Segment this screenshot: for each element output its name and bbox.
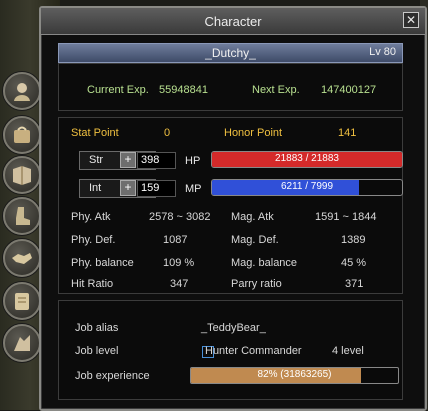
job-exp-bar-text: 82% (31863265) <box>257 369 332 380</box>
character-level: Lv 80 <box>369 46 396 58</box>
int-plus-button[interactable]: + <box>120 180 136 196</box>
attr-label: Hit Ratio <box>71 278 114 290</box>
guild-handshake-icon[interactable] <box>3 239 41 277</box>
attr-value: 1389 <box>341 234 366 246</box>
int-value: 159 <box>137 180 176 197</box>
job-alias-value: _TeddyBear_ <box>201 322 266 334</box>
attr-value: 45 % <box>341 257 367 269</box>
attr-value: 347 <box>170 278 189 290</box>
attr-label: Mag. Def. <box>231 234 279 246</box>
attr-value: 1087 <box>163 234 188 246</box>
attr-value: 109 % <box>163 257 195 269</box>
job-panel: Job alias _TeddyBear_ Job level Hunter C… <box>58 300 403 400</box>
character-window: Character ✕ _Dutchy_ Lv 80 Current Exp. … <box>39 6 427 411</box>
next-exp-label: Next Exp. <box>252 84 300 96</box>
attr-label: Mag. balance <box>231 257 298 269</box>
current-exp-value: 55948841 <box>159 84 208 96</box>
attr-label: Mag. Atk <box>231 211 274 223</box>
str-plus-button[interactable]: + <box>120 152 136 168</box>
character-icon[interactable] <box>3 72 41 110</box>
stat-point-value: 0 <box>164 127 171 139</box>
quest-scroll-icon[interactable] <box>3 282 41 320</box>
stat-point-label: Stat Point <box>71 127 119 139</box>
party-icon[interactable] <box>3 324 41 362</box>
mp-bar: 6211 / 7999 <box>211 179 403 196</box>
skill-book-icon[interactable] <box>3 156 41 194</box>
attr-label: Phy. Atk <box>71 211 111 223</box>
attr-value: 2578 ~ 3082 <box>149 211 211 223</box>
attr-label: Phy. Def. <box>71 234 116 246</box>
character-name: _Dutchy_ <box>205 46 256 60</box>
job-level-value: 4 level <box>332 345 364 357</box>
close-icon[interactable]: ✕ <box>403 12 419 28</box>
hp-bar: 21883 / 21883 <box>211 151 403 168</box>
name-bar: _Dutchy_ Lv 80 <box>58 43 403 63</box>
title-bar[interactable]: Character ✕ <box>41 8 425 35</box>
mp-bar-text: 6211 / 7999 <box>280 181 334 192</box>
job-exp-bar: 82% (31863265) <box>190 367 399 384</box>
attr-label: Parry ratio <box>231 278 282 290</box>
stats-panel: Stat Point 0 Honor Point 141 Str + 398 H… <box>58 117 403 294</box>
str-value: 398 <box>137 152 176 169</box>
job-level-label: Job level <box>75 345 119 357</box>
attr-value: 1591 ~ 1844 <box>315 211 377 223</box>
job-experience-label: Job experience <box>75 370 150 382</box>
mp-label: MP <box>185 183 202 195</box>
hp-bar-text: 21883 / 21883 <box>275 153 339 164</box>
exp-panel: Current Exp. 55948841 Next Exp. 14740012… <box>58 63 403 111</box>
equipment-icon[interactable] <box>3 197 41 235</box>
str-label: Str <box>89 154 104 166</box>
inventory-icon[interactable] <box>3 116 41 154</box>
honor-point-value: 141 <box>338 127 357 139</box>
int-label: Int <box>89 182 102 194</box>
attr-label: Phy. balance <box>71 257 134 269</box>
honor-point-label: Honor Point <box>224 127 283 139</box>
job-alias-label: Job alias <box>75 322 119 334</box>
attr-value: 371 <box>345 278 364 290</box>
hp-label: HP <box>185 155 201 167</box>
window-title: Character <box>204 14 262 29</box>
next-exp-value: 147400127 <box>321 84 377 96</box>
job-name: Hunter Commander <box>205 345 302 357</box>
current-exp-label: Current Exp. <box>87 84 149 96</box>
